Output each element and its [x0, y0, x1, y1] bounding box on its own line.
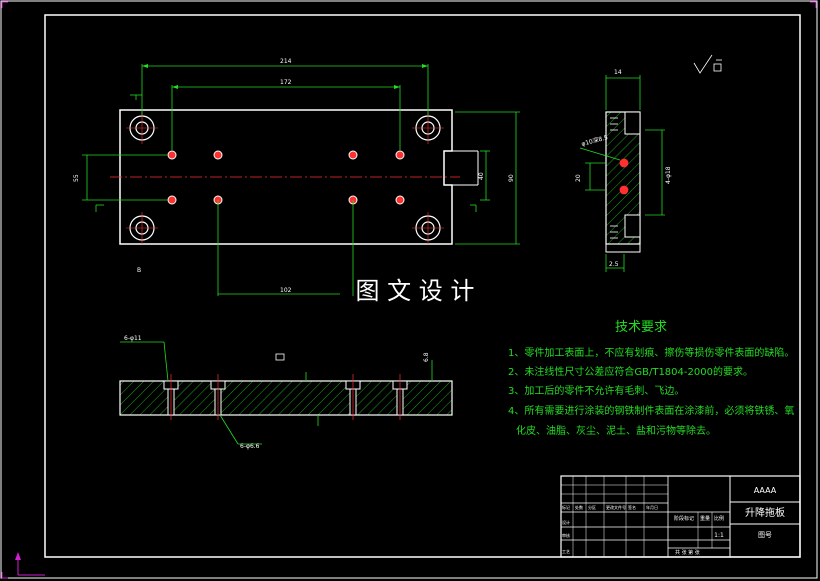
row-label-process: 工艺 — [562, 549, 570, 554]
notes-title: 技术要求 — [615, 320, 667, 335]
watermark: 图 文 设 计 — [356, 277, 475, 305]
section-dim-depth: 6.8 — [423, 352, 430, 362]
section-dim-top-holes: 6-φ11 — [124, 335, 142, 342]
company-name: AAAA — [754, 486, 777, 495]
plan-view: 214 172 55 40 90 102 B — [73, 58, 520, 296]
section-dim-bottom-holes: 6-φ6.6 — [240, 443, 260, 450]
col-label-zone: 分区 — [588, 504, 596, 510]
side-view: 14 4-φ18 20 2.5 φ10深8.5 — [575, 54, 722, 272]
note-4: 4、所有需要进行涂装的钢铁制件表面在涂漆前，必须将铁锈、氧 — [508, 404, 794, 417]
stage-label: 阶段标记 — [674, 515, 694, 522]
section-view: 6-φ11 6-φ6.6 6.8 — [119, 335, 453, 450]
row-label-mark: 标记 — [562, 504, 570, 510]
col-label-date: 年月日 — [646, 504, 658, 510]
col-label-sign: 签名 — [628, 504, 636, 510]
dim-right-inner: 40 — [478, 172, 485, 180]
hole-centers — [126, 112, 444, 244]
scale-label: 比例 — [714, 515, 724, 522]
dim-overall-height: 90 — [508, 174, 515, 182]
section-label: B — [137, 267, 141, 274]
plan-dimensions — [82, 64, 520, 296]
scale-value: 1:1 — [714, 532, 724, 539]
note-3: 3、加工后的零件不允许有毛刺、飞边。 — [508, 384, 684, 397]
note-1: 1、零件加工表面上，不应有划痕、擦伤等损伤零件表面的缺陷。 — [508, 346, 794, 359]
dim-hole-spacing: 172 — [280, 79, 292, 86]
col-label-count: 处数 — [575, 504, 583, 510]
dim-bottom-spacing: 102 — [280, 287, 292, 294]
dim-left-height: 55 — [73, 174, 80, 182]
side-dim-bottom: 2.5 — [609, 261, 619, 268]
col-label-change: 更改文件号 — [606, 504, 626, 510]
drawing-no-label: 图号 — [758, 531, 772, 539]
row-label-design: 设计 — [562, 519, 570, 525]
side-dim-holes: 4-φ18 — [665, 166, 672, 184]
dim-overall-length: 214 — [280, 58, 292, 65]
plan-small-holes — [167, 150, 405, 205]
part-name: 升降拖板 — [745, 506, 785, 519]
plan-large-holes — [129, 115, 441, 241]
cad-drawing: 214 172 55 40 90 102 B 14 4-φ18 20 2.5 φ… — [0, 0, 818, 579]
side-dim-hole-spacing: 20 — [575, 174, 582, 182]
ucs-icon — [15, 552, 45, 576]
technical-notes: 技术要求 1、零件加工表面上，不应有划痕、擦伤等损伤零件表面的缺陷。 2、未注线… — [508, 320, 794, 437]
note-2: 2、未注线性尺寸公差应符合GB/T1804-2000的要求。 — [508, 365, 753, 378]
side-dim-depth: φ10深8.5 — [580, 133, 608, 148]
row-label-review: 审核 — [562, 532, 570, 538]
note-5: 化皮、油脂、灰尘、泥土、盐和污物等除去。 — [516, 424, 716, 437]
roughness-icon — [693, 54, 722, 74]
weight-label: 重量 — [700, 515, 710, 522]
side-dim-thickness: 14 — [614, 69, 622, 76]
sheet-label: 共 张 第 张 — [675, 549, 700, 556]
